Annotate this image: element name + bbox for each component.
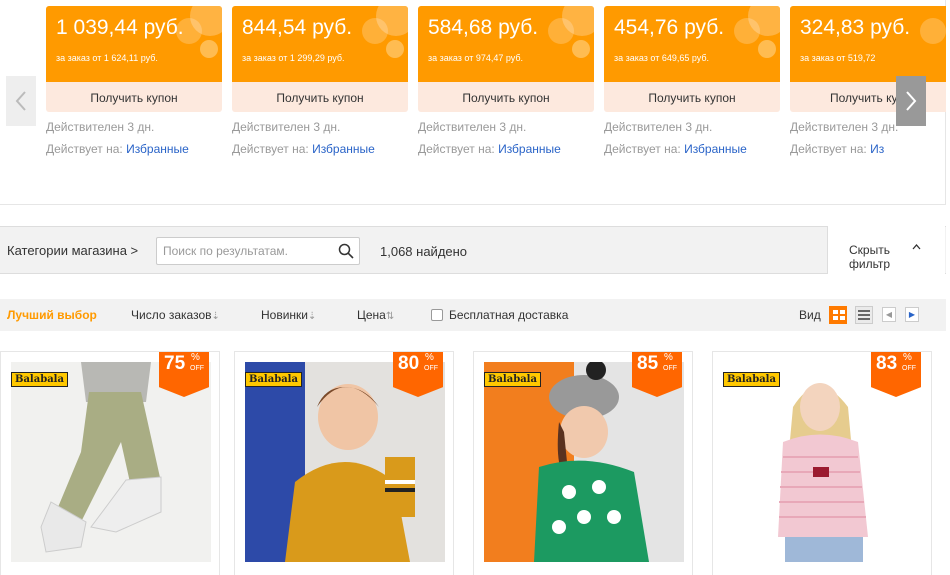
coupon-amount: 1 039,44 руб. — [56, 16, 184, 39]
discount-percent: % — [191, 352, 200, 363]
free-shipping-checkbox[interactable] — [431, 309, 443, 321]
sort-bar: Лучший выбор Число заказов⇣ Новинки⇣ Цен… — [0, 299, 946, 331]
hide-filter-button[interactable]: Скрыть фильтр — [827, 226, 945, 274]
sort-arrow-icon: ⇣ — [308, 311, 317, 322]
coupon-amount: 584,68 руб. — [428, 16, 539, 39]
free-shipping-label: Бесплатная доставка — [449, 308, 569, 322]
brand-logo: Balabala — [484, 372, 541, 387]
prev-page-button[interactable]: ◀ — [882, 307, 896, 322]
coupon-card: 1 039,44 руб. за заказ от 1 624,11 руб. … — [46, 6, 222, 156]
sort-best-match[interactable]: Лучший выбор — [7, 308, 97, 322]
get-coupon-button[interactable]: Получить купон — [604, 82, 780, 112]
coupon-header: 324,83 руб. за заказ от 519,72 — [790, 6, 946, 82]
discount-off: OFF — [190, 365, 204, 372]
coupon-scope-label: Действует на: — [604, 142, 681, 156]
discount-value: 80 — [398, 353, 420, 374]
coupon-condition: за заказ от 649,65 руб. — [614, 53, 710, 63]
brand-logo: Balabala — [245, 372, 302, 387]
carousel-next-button[interactable] — [896, 76, 926, 126]
coupon-amount: 324,83 руб. — [800, 16, 911, 39]
search-box — [156, 237, 360, 265]
get-coupon-button[interactable]: Получить купон — [418, 82, 594, 112]
store-categories-link[interactable]: Категории магазина > — [7, 243, 138, 258]
brand-logo: Balabala — [11, 372, 68, 387]
brand-logo: Balabala — [723, 372, 780, 387]
coupon-amount: 454,76 руб. — [614, 16, 725, 39]
coupon-scope-label: Действует на: — [418, 142, 495, 156]
product-card[interactable]: Balabala 80 % OFF — [234, 351, 454, 575]
coupon-condition: за заказ от 519,72 — [800, 53, 876, 63]
discount-off: OFF — [663, 365, 677, 372]
coupon-scope: Действует на: Избранные — [232, 142, 408, 156]
discount-percent: % — [664, 352, 673, 363]
get-coupon-button[interactable]: Получить купон — [232, 82, 408, 112]
coupon-scope: Действует на: Избранные — [418, 142, 594, 156]
coupon-card: 844,54 руб. за заказ от 1 299,29 руб. По… — [232, 6, 408, 156]
coupon-scope-link[interactable]: Из — [870, 142, 884, 156]
product-card[interactable]: Balabala 85 % OFF — [473, 351, 693, 575]
discount-percent: % — [425, 352, 434, 363]
coupon-scope-label: Действует на: — [232, 142, 309, 156]
coupon-scope-link[interactable]: Избранные — [312, 142, 375, 156]
discount-off: OFF — [902, 365, 916, 372]
search-icon[interactable] — [338, 243, 354, 259]
coupon-header: 1 039,44 руб. за заказ от 1 624,11 руб. — [46, 6, 222, 82]
chevron-right-icon — [906, 91, 917, 111]
discount-value: 83 — [876, 353, 898, 374]
coupon-validity: Действителен 3 дн. — [46, 120, 155, 134]
product-card[interactable]: Balabala 75 % OFF — [0, 351, 220, 575]
coupon-validity: Действителен 3 дн. — [418, 120, 527, 134]
store-page: 1 039,44 руб. за заказ от 1 624,11 руб. … — [0, 0, 950, 575]
sort-orders[interactable]: Число заказов⇣ — [131, 308, 220, 322]
coupon-card: 454,76 руб. за заказ от 649,65 руб. Полу… — [604, 6, 780, 156]
sort-price-label: Цена — [357, 308, 386, 322]
coupon-card: 584,68 руб. за заказ от 974,47 руб. Полу… — [418, 6, 594, 156]
coupon-scope-label: Действует на: — [46, 142, 123, 156]
coupon-header: 584,68 руб. за заказ от 974,47 руб. — [418, 6, 594, 82]
coupon-scope-link[interactable]: Избранные — [126, 142, 189, 156]
list-view-icon[interactable] — [855, 306, 873, 324]
coupon-condition: за заказ от 1 299,29 руб. — [242, 53, 345, 63]
sort-price[interactable]: Цена⇅ — [357, 308, 394, 322]
discount-value: 75 — [164, 353, 186, 374]
coupon-scope-label: Действует на: — [790, 142, 867, 156]
filter-bar: Категории магазина > 1,068 найдено Скрыт… — [0, 226, 946, 274]
coupon-header: 844,54 руб. за заказ от 1 299,29 руб. — [232, 6, 408, 82]
coupon-scope: Действует на: Из — [790, 142, 946, 156]
sort-orders-label: Число заказов — [131, 308, 212, 322]
coupon-condition: за заказ от 1 624,11 руб. — [56, 53, 158, 63]
chevron-left-icon — [15, 91, 26, 111]
product-card[interactable]: Balabala 83 % OFF — [712, 351, 932, 575]
coupon-validity: Действителен 3 дн. — [604, 120, 713, 134]
get-coupon-button[interactable]: Получить купон — [46, 82, 222, 112]
coupon-scope: Действует на: Избранные — [604, 142, 780, 156]
search-input[interactable] — [157, 238, 329, 264]
coupon-scope-link[interactable]: Избранные — [498, 142, 561, 156]
results-count: 1,068 найдено — [380, 244, 468, 259]
sort-newest[interactable]: Новинки⇣ — [261, 308, 316, 322]
sort-newest-label: Новинки — [261, 308, 308, 322]
coupon-condition: за заказ от 974,47 руб. — [428, 53, 524, 63]
free-shipping-filter[interactable]: Бесплатная доставка — [431, 308, 568, 322]
sort-arrow-icon: ⇣ — [211, 311, 220, 322]
carousel-prev-button[interactable] — [6, 76, 36, 126]
coupon-validity: Действителен 3 дн. — [232, 120, 341, 134]
coupon-carousel: 1 039,44 руб. за заказ от 1 624,11 руб. … — [0, 0, 946, 205]
discount-percent: % — [903, 352, 912, 363]
sort-both-arrows-icon: ⇅ — [385, 311, 395, 322]
coupon-header: 454,76 руб. за заказ от 649,65 руб. — [604, 6, 780, 82]
view-label: Вид — [799, 308, 821, 322]
discount-off: OFF — [424, 365, 438, 372]
next-page-button[interactable]: ▶ — [905, 307, 919, 322]
coupon-scope-link[interactable]: Избранные — [684, 142, 747, 156]
chevron-up-icon — [912, 244, 921, 250]
grid-view-icon[interactable] — [829, 306, 847, 324]
coupon-amount: 844,54 руб. — [242, 16, 353, 39]
discount-value: 85 — [637, 353, 659, 374]
coupon-scope: Действует на: Избранные — [46, 142, 222, 156]
hide-filter-label: Скрыть фильтр — [849, 243, 891, 271]
